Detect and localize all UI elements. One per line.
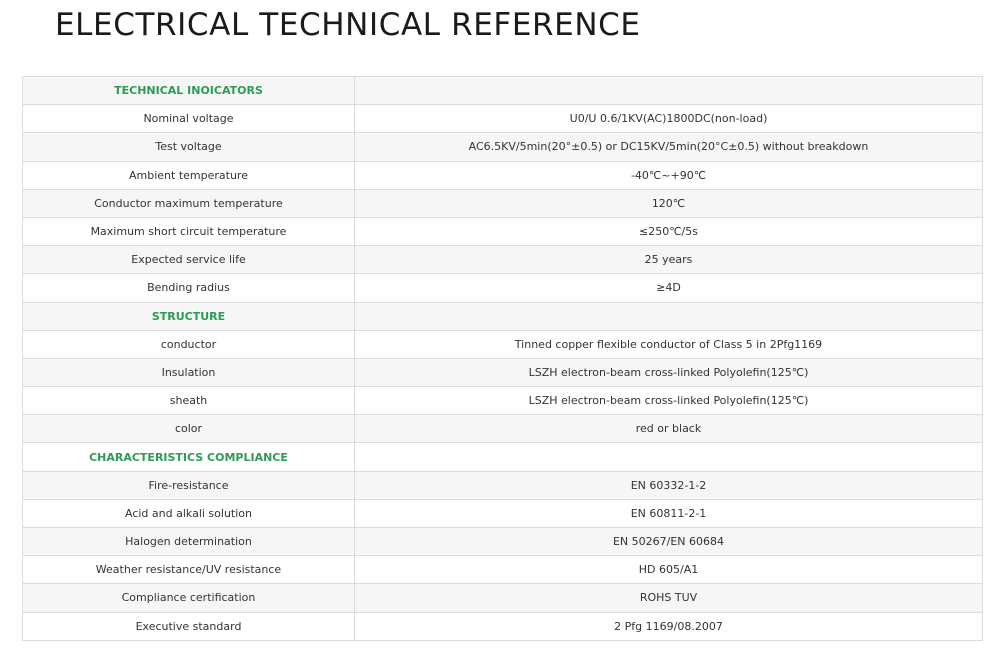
spec-label: Halogen determination bbox=[22, 526, 355, 557]
section-header-row: STRUCTURE bbox=[22, 301, 983, 331]
spec-value: -40℃~+90℃ bbox=[354, 160, 983, 190]
spec-value: Tinned copper flexible conductor of Clas… bbox=[354, 329, 983, 359]
spec-label: color bbox=[22, 414, 355, 444]
spec-label: Executive standard bbox=[22, 611, 355, 641]
table-row: sheath LSZH electron-beam cross-linked Po… bbox=[22, 386, 983, 416]
spec-value: 2 Pfg 1169/08.2007 bbox=[354, 611, 983, 641]
spec-value: EN 60811-2-1 bbox=[354, 498, 983, 529]
spec-label: Maximum short circuit temperature bbox=[22, 216, 355, 247]
table-row: Weather resistance/UV resistance HD 605/A… bbox=[22, 555, 983, 585]
spec-value: U0/U 0.6/1KV(AC)1800DC(non-load) bbox=[354, 104, 983, 134]
spec-value: ≤250℃/5s bbox=[354, 216, 983, 247]
table-row: conductor Tinned copper flexible conducto… bbox=[22, 329, 983, 359]
section-value-empty bbox=[354, 301, 983, 331]
spec-label: Conductor maximum temperature bbox=[22, 188, 355, 218]
table-row: Acid and alkali solution EN 60811-2-1 bbox=[22, 498, 983, 529]
spec-value: LSZH electron-beam cross-linked Polyolef… bbox=[354, 357, 983, 388]
spec-label: Compliance certification bbox=[22, 583, 355, 613]
table-row: color red or black bbox=[22, 414, 983, 444]
spec-value: AC6.5KV/5min(20°±0.5) or DC15KV/5min(20°… bbox=[354, 132, 983, 162]
section-heading: CHARACTERISTICS COMPLIANCE bbox=[22, 442, 355, 472]
spec-label: Acid and alkali solution bbox=[22, 498, 355, 529]
spec-value: EN 60332-1-2 bbox=[354, 470, 983, 500]
spec-value: ≥4D bbox=[354, 273, 983, 303]
section-header-row: TECHNICAL INOICATORS bbox=[22, 75, 983, 106]
spec-label: Nominal voltage bbox=[22, 104, 355, 134]
section-header-row: CHARACTERISTICS COMPLIANCE bbox=[22, 442, 983, 472]
spec-label: Test voltage bbox=[22, 132, 355, 162]
table-row: Ambient temperature -40℃~+90℃ bbox=[22, 160, 983, 190]
spec-value: HD 605/A1 bbox=[354, 555, 983, 585]
spec-label: sheath bbox=[22, 386, 355, 416]
table-row: Bending radius ≥4D bbox=[22, 273, 983, 303]
spec-label: Expected service life bbox=[22, 245, 355, 275]
table-row: Compliance certification ROHS TUV bbox=[22, 583, 983, 613]
spec-value: LSZH electron-beam cross-linked Polyolef… bbox=[354, 386, 983, 416]
spec-table: TECHNICAL INOICATORS Nominal voltage U0/U … bbox=[22, 75, 983, 641]
spec-table-body: TECHNICAL INOICATORS Nominal voltage U0/U … bbox=[22, 75, 983, 641]
table-row: Executive standard 2 Pfg 1169/08.2007 bbox=[22, 611, 983, 641]
page-title: ELECTRICAL TECHNICAL REFERENCE bbox=[55, 7, 641, 43]
section-value-empty bbox=[354, 442, 983, 472]
section-heading: TECHNICAL INOICATORS bbox=[22, 75, 355, 106]
table-row: Fire-resistance EN 60332-1-2 bbox=[22, 470, 983, 500]
table-row: Halogen determination EN 50267/EN 60684 bbox=[22, 526, 983, 557]
spec-value: red or black bbox=[354, 414, 983, 444]
table-row: Maximum short circuit temperature ≤250℃/5… bbox=[22, 216, 983, 247]
spec-value: ROHS TUV bbox=[354, 583, 983, 613]
table-row: Insulation LSZH electron-beam cross-linke… bbox=[22, 357, 983, 388]
spec-label: Ambient temperature bbox=[22, 160, 355, 190]
table-row: Test voltage AC6.5KV/5min(20°±0.5) or DC1… bbox=[22, 132, 983, 162]
table-row: Expected service life 25 years bbox=[22, 245, 983, 275]
table-row: Conductor maximum temperature 120℃ bbox=[22, 188, 983, 218]
spec-label: conductor bbox=[22, 329, 355, 359]
spec-label: Insulation bbox=[22, 357, 355, 388]
section-value-empty bbox=[354, 75, 983, 106]
spec-label: Fire-resistance bbox=[22, 470, 355, 500]
spec-label: Bending radius bbox=[22, 273, 355, 303]
spec-value: 25 years bbox=[354, 245, 983, 275]
spec-label: Weather resistance/UV resistance bbox=[22, 555, 355, 585]
spec-value: 120℃ bbox=[354, 188, 983, 218]
section-heading: STRUCTURE bbox=[22, 301, 355, 331]
table-row: Nominal voltage U0/U 0.6/1KV(AC)1800DC(no… bbox=[22, 104, 983, 134]
spec-value: EN 50267/EN 60684 bbox=[354, 526, 983, 557]
